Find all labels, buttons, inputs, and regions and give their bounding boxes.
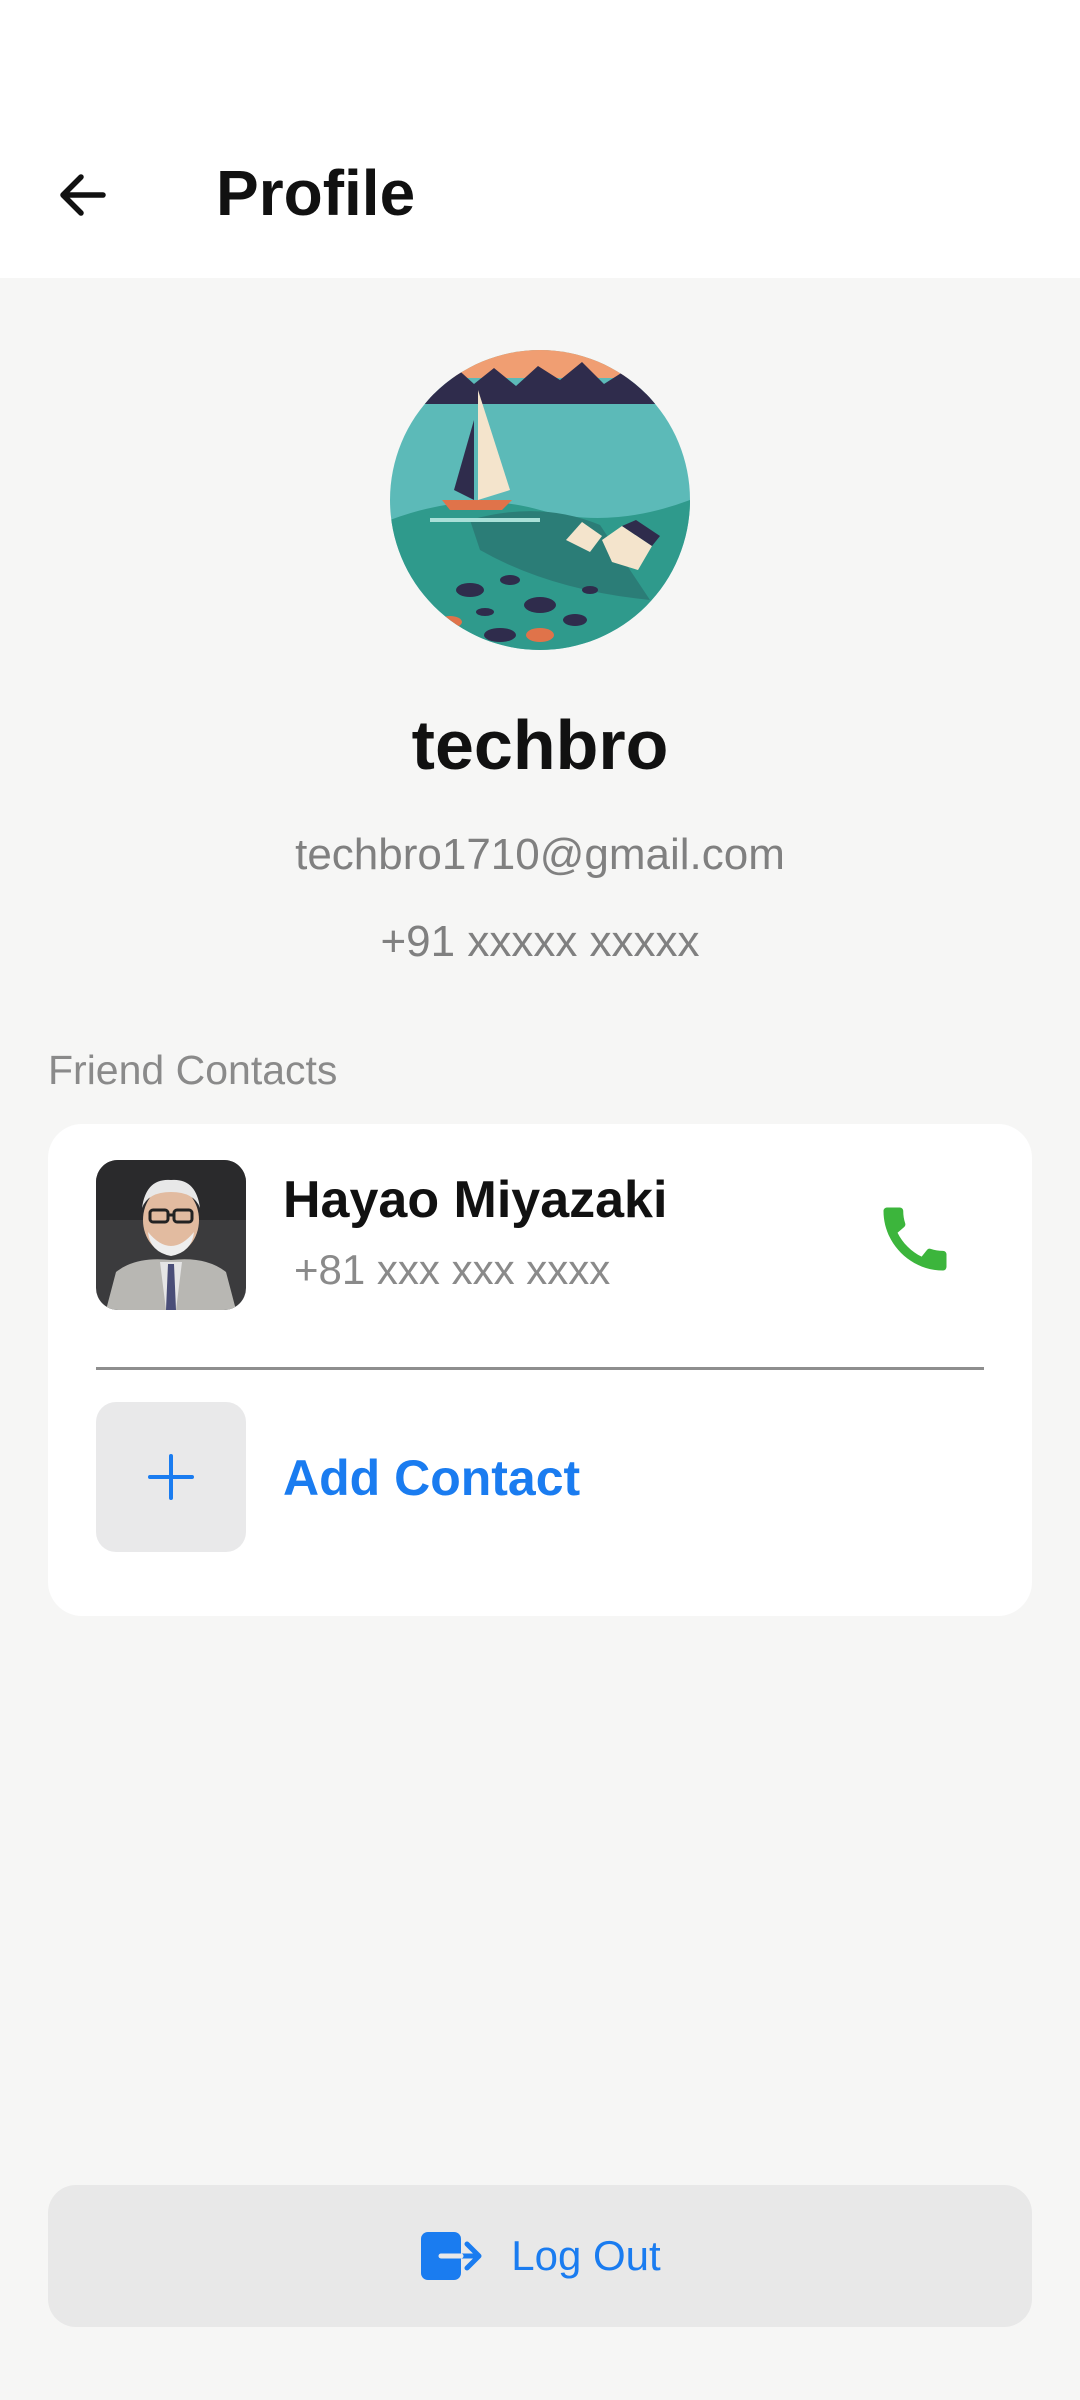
profile-phone: +91 xxxxx xxxxx (380, 917, 700, 966)
add-contact-icon-box (96, 1402, 246, 1552)
sailboat-illustration (390, 350, 690, 650)
phone-icon (883, 1207, 947, 1271)
call-button[interactable] (860, 1184, 970, 1294)
friend-contacts-label: Friend Contacts (48, 1047, 338, 1093)
contacts-card: Hayao Miyazaki +81 xxx xxx xxxx Add Cont… (48, 1124, 1032, 1616)
logout-button[interactable]: Log Out (48, 2185, 1032, 2327)
contact-avatar (96, 1160, 246, 1310)
add-contact-button[interactable]: Add Contact (48, 1370, 1032, 1616)
contact-name: Hayao Miyazaki (283, 1171, 668, 1229)
profile-email: techbro1710@gmail.com (295, 830, 785, 879)
app-header: Profile (0, 0, 1080, 278)
plus-icon (148, 1454, 194, 1500)
contact-phone: +81 xxx xxx xxxx (294, 1246, 611, 1293)
profile-avatar[interactable] (390, 350, 690, 650)
logout-label: Log Out (511, 2232, 661, 2279)
back-button[interactable] (38, 150, 128, 240)
arrow-left-icon (60, 174, 106, 216)
add-contact-label: Add Contact (283, 1450, 581, 1506)
logout-icon (419, 2228, 485, 2284)
contact-row[interactable]: Hayao Miyazaki +81 xxx xxx xxxx (48, 1124, 1032, 1370)
profile-username: techbro (411, 706, 669, 784)
page-title: Profile (216, 157, 416, 229)
